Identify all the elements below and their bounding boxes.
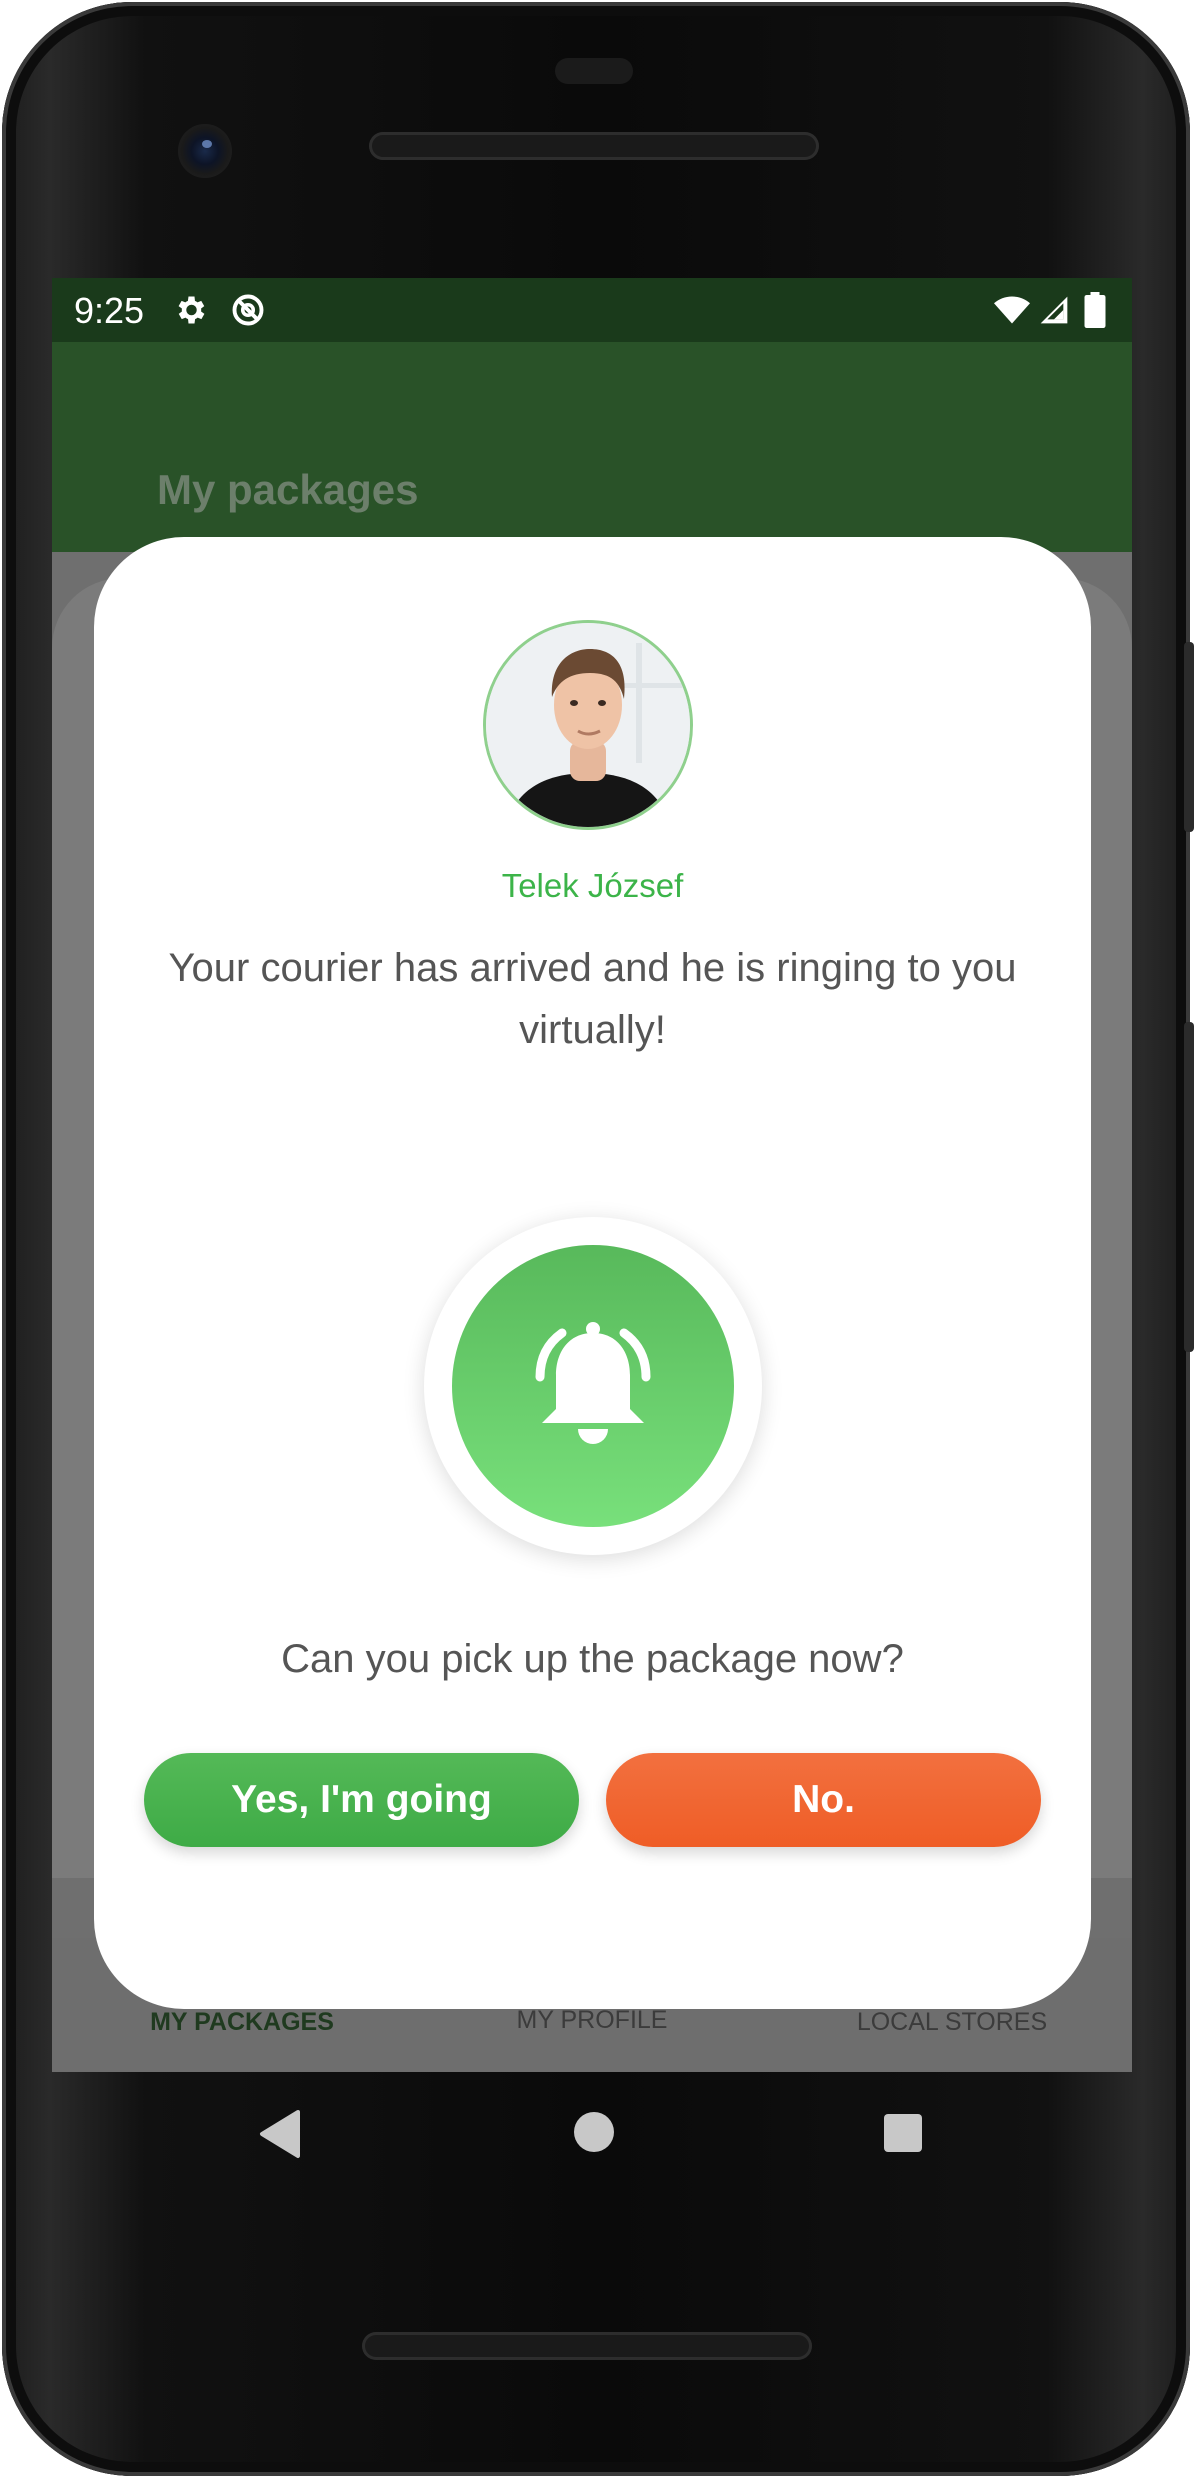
sync-disabled-icon [232,294,264,326]
front-camera [178,124,232,178]
screen: 9:25 My packages MY PACKAGES MY PROFILE … [52,278,1132,2072]
status-time: 9:25 [74,290,145,331]
ring-indicator [424,1217,762,1555]
status-bar: 9:25 [52,278,1132,342]
gear-icon [178,296,205,324]
nav-item-local-stores[interactable]: LOCAL STORES [802,2008,1102,2037]
back-icon[interactable] [258,2108,302,2160]
proximity-sensor [555,58,633,84]
page-title: My packages [157,466,419,513]
volume-button [1184,1022,1194,1352]
recents-icon[interactable] [882,2112,924,2154]
courier-name: Telek József [501,867,684,904]
arrival-message: Your courier has arrived and he is ringi… [168,946,1017,1052]
home-icon[interactable] [572,2110,616,2154]
signal-icon [1040,296,1068,324]
person-icon [486,623,690,827]
nav-item-my-profile[interactable]: MY PROFILE [442,2006,742,2035]
yes-button[interactable]: Yes, I'm going [144,1753,579,1847]
ring-indicator-inner [452,1245,734,1527]
power-button [1184,642,1194,832]
bell-ringing-icon [535,1322,651,1444]
pickup-question: Can you pick up the package now? [281,1637,904,1681]
bottom-speaker [362,2332,812,2360]
no-button[interactable]: No. [606,1753,1041,1847]
courier-arrived-dialog: Telek József Your courier has arrived an… [94,537,1091,2009]
earpiece-speaker [369,132,819,160]
system-navigation-bar [52,2072,1132,2202]
courier-avatar [483,620,693,830]
wifi-icon [994,296,1030,324]
app-bar: My packages [52,342,1132,552]
nav-item-my-packages[interactable]: MY PACKAGES [92,2008,392,2037]
battery-icon [1084,292,1106,328]
